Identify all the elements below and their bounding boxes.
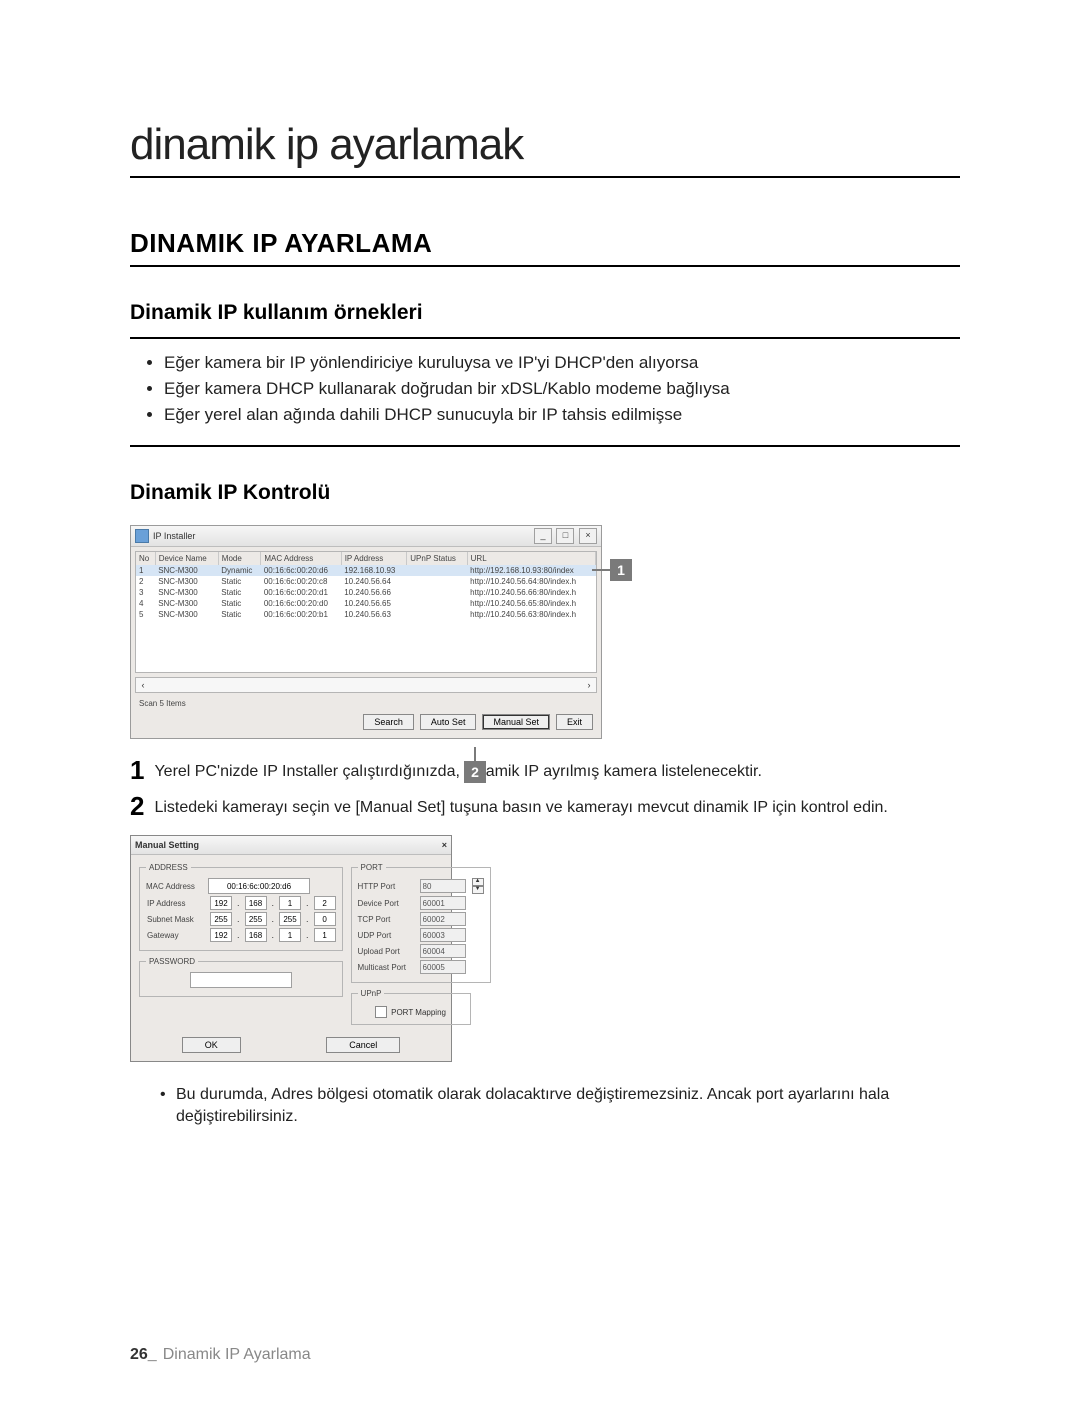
- device-port-field[interactable]: [420, 896, 466, 910]
- rule: [130, 337, 960, 339]
- ip-installer-window: IP Installer _ □ × No Device Name Mode M…: [130, 525, 602, 739]
- port-group: PORT HTTP Port ▲▼ Device Port TCP Port UD…: [351, 863, 491, 983]
- spin-up-icon[interactable]: ▲: [472, 878, 484, 886]
- bullet-item: Eğer kamera DHCP kullanarak doğrudan bir…: [164, 379, 960, 399]
- page-number: 26_: [130, 1346, 157, 1363]
- ip-octet[interactable]: [279, 896, 301, 910]
- step-number: 1: [130, 757, 144, 783]
- gateway-octet[interactable]: [210, 928, 232, 942]
- minimize-button[interactable]: _: [534, 528, 552, 544]
- port-label: Multicast Port: [358, 963, 416, 972]
- col-mac: MAC Address: [261, 552, 341, 565]
- upload-port-field[interactable]: [420, 944, 466, 958]
- close-button[interactable]: ×: [442, 840, 447, 850]
- step-text: Listedeki kamerayı seçin ve [Manual Set]…: [154, 797, 887, 819]
- callout-number: 2: [464, 761, 486, 783]
- password-field[interactable]: [190, 972, 292, 988]
- upnp-group: UPnP PORT Mapping: [351, 989, 471, 1025]
- subnet-octet[interactable]: [314, 912, 336, 926]
- ip-octet[interactable]: [314, 896, 336, 910]
- group-label: UPnP: [358, 989, 385, 998]
- callout-2: 2: [464, 747, 486, 783]
- device-table[interactable]: No Device Name Mode MAC Address IP Addre…: [135, 551, 597, 673]
- gateway-octet[interactable]: [279, 928, 301, 942]
- group-label: ADDRESS: [146, 863, 191, 872]
- http-port-field[interactable]: [420, 879, 466, 893]
- subheading-control: Dinamik IP Kontrolü: [130, 481, 960, 505]
- col-mode: Mode: [218, 552, 261, 565]
- ip-octet[interactable]: [210, 896, 232, 910]
- ip-label: IP Address: [146, 899, 206, 908]
- callout-1: 1: [592, 559, 632, 581]
- table-row[interactable]: 1SNC-M300Dynamic00:16:6c:00:20:d6192.168…: [136, 565, 596, 576]
- cancel-button[interactable]: Cancel: [326, 1037, 400, 1053]
- tcp-port-field[interactable]: [420, 912, 466, 926]
- gateway-octet[interactable]: [245, 928, 267, 942]
- password-group: PASSWORD: [139, 957, 343, 997]
- gateway-label: Gateway: [146, 931, 206, 940]
- subnet-octet[interactable]: [245, 912, 267, 926]
- bullet-item: Eğer yerel alan ağında dahili DHCP sunuc…: [164, 405, 960, 425]
- mac-field: [208, 878, 310, 894]
- search-button[interactable]: Search: [363, 714, 414, 730]
- udp-port-field[interactable]: [420, 928, 466, 942]
- multicast-port-field[interactable]: [420, 960, 466, 974]
- close-button[interactable]: ×: [579, 528, 597, 544]
- checkbox-label: PORT Mapping: [391, 1008, 446, 1017]
- subheading-examples: Dinamik IP kullanım örnekleri: [130, 301, 960, 325]
- subnet-octet[interactable]: [279, 912, 301, 926]
- table-row[interactable]: 5SNC-M300Static00:16:6c:00:20:b110.240.5…: [136, 609, 596, 620]
- maximize-button[interactable]: □: [556, 528, 574, 544]
- subnet-label: Subnet Mask: [146, 915, 206, 924]
- ip-octet[interactable]: [245, 896, 267, 910]
- page-title: dinamik ip ayarlamak: [130, 120, 960, 178]
- app-icon: [135, 529, 149, 543]
- group-label: PASSWORD: [146, 957, 198, 966]
- col-ip: IP Address: [341, 552, 407, 565]
- bullet-item: Eğer kamera bir IP yönlendiriciye kurulu…: [164, 353, 960, 373]
- step-text: Yerel PC'nizde IP Installer çalıştırdığı…: [154, 761, 761, 783]
- manual-set-button[interactable]: Manual Set: [482, 714, 550, 730]
- page-footer: 26_ Dinamik IP Ayarlama: [130, 1346, 311, 1364]
- status-text: Scan 5 Items: [131, 697, 601, 710]
- port-label: UDP Port: [358, 931, 416, 940]
- spin-down-icon[interactable]: ▼: [472, 886, 484, 894]
- bullet-list: Eğer kamera bir IP yönlendiriciye kurulu…: [130, 353, 960, 425]
- col-url: URL: [467, 552, 595, 565]
- group-label: PORT: [358, 863, 386, 872]
- table-row[interactable]: 2SNC-M300Static00:16:6c:00:20:c810.240.5…: [136, 576, 596, 587]
- address-group: ADDRESS MAC Address IP Address . . . Sub…: [139, 863, 343, 951]
- dialog-title: Manual Setting: [135, 840, 199, 850]
- scroll-right-icon[interactable]: ›: [582, 680, 596, 690]
- table-row[interactable]: 4SNC-M300Static00:16:6c:00:20:d010.240.5…: [136, 598, 596, 609]
- port-label: HTTP Port: [358, 882, 416, 891]
- step-number: 2: [130, 793, 144, 819]
- port-label: Upload Port: [358, 947, 416, 956]
- footer-label: Dinamik IP Ayarlama: [163, 1346, 311, 1363]
- window-title: IP Installer: [153, 531, 195, 541]
- manual-setting-dialog: Manual Setting × ADDRESS MAC Address IP …: [130, 835, 452, 1062]
- note-text: Bu durumda, Adres bölgesi otomatik olara…: [160, 1084, 960, 1127]
- callout-number: 1: [610, 559, 632, 581]
- col-no: No: [136, 552, 155, 565]
- subnet-octet[interactable]: [210, 912, 232, 926]
- port-label: TCP Port: [358, 915, 416, 924]
- gateway-octet[interactable]: [314, 928, 336, 942]
- port-label: Device Port: [358, 899, 416, 908]
- auto-set-button[interactable]: Auto Set: [420, 714, 477, 730]
- col-upnp: UPnP Status: [407, 552, 467, 565]
- section-heading: DINAMIK IP AYARLAMA: [130, 228, 960, 267]
- mac-label: MAC Address: [146, 882, 204, 891]
- h-scrollbar[interactable]: ‹ ›: [135, 677, 597, 693]
- col-name: Device Name: [155, 552, 218, 565]
- scroll-left-icon[interactable]: ‹: [136, 680, 150, 690]
- port-mapping-checkbox[interactable]: [375, 1006, 387, 1018]
- exit-button[interactable]: Exit: [556, 714, 593, 730]
- ok-button[interactable]: OK: [182, 1037, 241, 1053]
- table-row[interactable]: 3SNC-M300Static00:16:6c:00:20:d110.240.5…: [136, 587, 596, 598]
